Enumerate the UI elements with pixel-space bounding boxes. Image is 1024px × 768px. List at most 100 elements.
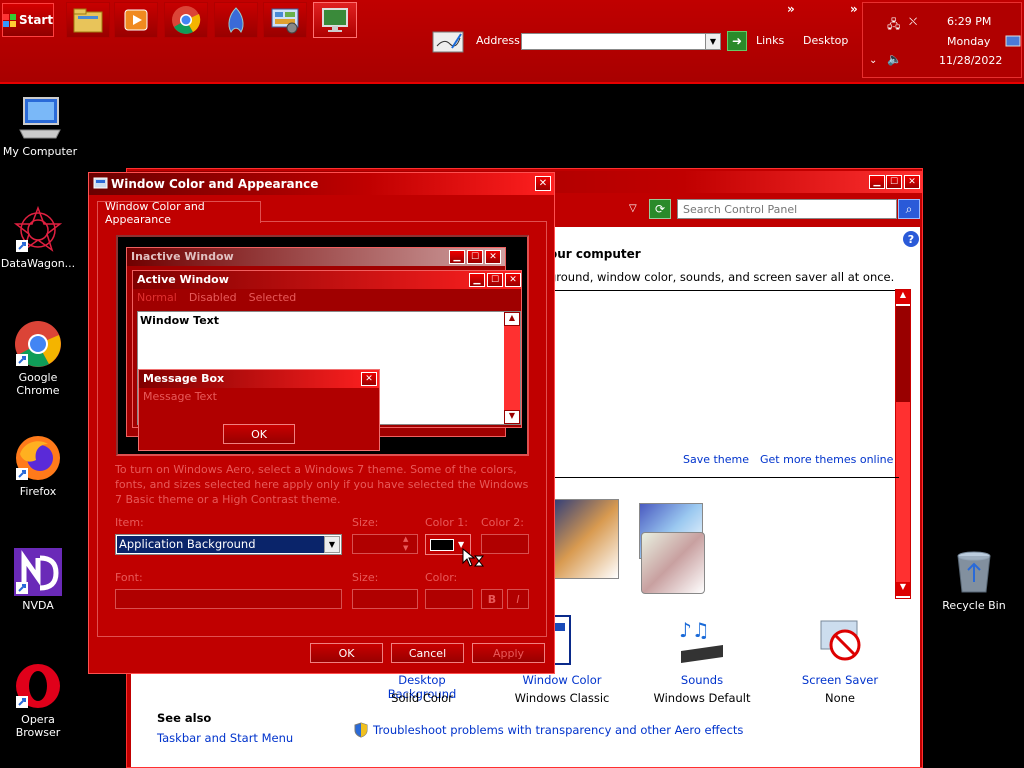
close-icon: ✕ xyxy=(505,273,521,287)
desktop-icon-my-computer[interactable]: My Computer xyxy=(0,94,80,158)
desktop-icon-google-chrome[interactable]: Google Chrome xyxy=(0,320,78,397)
italic-toggle[interactable]: I xyxy=(507,589,529,609)
desktop-icon-opera-browser[interactable]: Opera Browser xyxy=(0,662,78,739)
sounds-value: Windows Default xyxy=(653,691,751,705)
screen-saver-icon[interactable] xyxy=(817,617,865,665)
close-icon: ✕ xyxy=(538,178,548,189)
font-color-picker[interactable] xyxy=(425,589,473,609)
apply-button[interactable]: Apply xyxy=(472,643,545,663)
bird-app-button[interactable] xyxy=(214,2,258,38)
minimize-icon: ▁ xyxy=(873,177,881,187)
personalization-taskbar-button[interactable] xyxy=(313,2,357,38)
get-more-themes-link[interactable]: Get more themes online xyxy=(760,453,893,466)
dialog-title-bar[interactable]: Window Color and Appearance xyxy=(89,173,554,195)
desktop-icon-label: DataWagon... xyxy=(0,257,76,270)
toolbar-chevron-icon[interactable]: » xyxy=(787,2,795,16)
scroll-thumb[interactable] xyxy=(896,306,910,402)
scroll-up-icon[interactable]: ▲ xyxy=(896,290,910,304)
search-button[interactable]: ⌕ xyxy=(898,199,920,219)
address-dropdown-icon[interactable]: ▼ xyxy=(705,33,721,50)
theme-thumbnail[interactable] xyxy=(549,499,619,579)
color1-swatch xyxy=(430,538,454,551)
start-button[interactable]: Start xyxy=(2,3,54,37)
clock-date: 11/28/2022 xyxy=(939,54,1003,67)
bold-toggle[interactable]: B xyxy=(481,589,503,609)
preview-inactive-controls: ▁ ☐ ✕ xyxy=(449,250,501,264)
address-dropdown-icon[interactable]: ▽ xyxy=(629,203,637,214)
window-color-appearance-dialog: Window Color and Appearance ✕ Window Col… xyxy=(88,172,555,674)
spinner-arrows-icon[interactable]: ▲ ▼ xyxy=(403,535,408,553)
shield-icon xyxy=(353,722,369,741)
tab-window-color-appearance[interactable]: Window Color and Appearance xyxy=(97,200,261,226)
go-button[interactable]: ➜ xyxy=(727,31,747,51)
cancel-button[interactable]: Cancel xyxy=(391,643,464,663)
themes-scrollbar[interactable]: ▲ ▼ xyxy=(895,289,911,599)
signature-pen-icon[interactable] xyxy=(432,28,464,57)
show-desktop-icon[interactable] xyxy=(1005,35,1021,50)
network-icon[interactable]: 🖧 xyxy=(887,15,900,36)
aero-info-text: To turn on Windows Aero, select a Window… xyxy=(115,463,529,506)
preview-active-title: Active Window xyxy=(133,271,521,289)
computer-icon xyxy=(19,97,61,139)
appearance-preview[interactable]: Inactive Window ▁ ☐ ✕ Active Window ▁ ☐ ✕ No… xyxy=(116,235,529,456)
desktop-background-value: Solid Color xyxy=(391,691,453,705)
window-color-link[interactable]: Window Color xyxy=(507,673,617,687)
minimize-icon: ▁ xyxy=(449,250,465,264)
refresh-icon: ⟳ xyxy=(654,202,666,216)
media-player-icon xyxy=(124,9,148,31)
desktop-toolbar[interactable]: Desktop xyxy=(803,34,848,47)
close-icon: ✕ xyxy=(485,250,501,264)
desktop-icon-label: Recycle Bin xyxy=(942,599,1006,612)
maximize-button[interactable]: ☐ xyxy=(886,175,902,189)
windows-logo-icon xyxy=(2,13,16,27)
sounds-icon[interactable]: ♪♫ xyxy=(677,617,727,665)
themes-top-divider xyxy=(549,290,899,291)
network-status-icon[interactable]: ⛌ xyxy=(909,15,917,29)
help-icon[interactable]: ? xyxy=(903,231,919,247)
media-player-button[interactable] xyxy=(114,2,158,38)
troubleshoot-link[interactable]: Troubleshoot problems with transparency … xyxy=(373,723,743,737)
refresh-button[interactable]: ⟳ xyxy=(649,199,671,219)
control-panel-taskbar-button[interactable] xyxy=(263,2,307,38)
color1-label: Color 1: xyxy=(425,516,468,529)
font-select[interactable] xyxy=(115,589,342,609)
color2-picker-button[interactable] xyxy=(481,534,529,554)
taskbar-start-menu-link[interactable]: Taskbar and Start Menu xyxy=(157,731,293,745)
minimize-button[interactable]: ▁ xyxy=(869,175,885,189)
desktop-icon-firefox[interactable]: Firefox xyxy=(0,434,78,498)
save-theme-link[interactable]: Save theme xyxy=(683,453,749,466)
desktop-icon-recycle-bin[interactable]: Recycle Bin xyxy=(934,548,1014,612)
sounds-link[interactable]: Sounds xyxy=(647,673,757,687)
desktop-icon-nvda[interactable]: NVDA xyxy=(0,548,78,612)
scroll-down-icon[interactable]: ▼ xyxy=(896,582,910,596)
screen-saver-link[interactable]: Screen Saver xyxy=(785,673,895,687)
search-control-panel-input[interactable] xyxy=(677,199,897,219)
links-toolbar[interactable]: Links xyxy=(756,34,784,47)
recycle-bin-icon xyxy=(957,551,991,593)
font-size-label: Size: xyxy=(352,571,379,584)
file-explorer-button[interactable] xyxy=(66,2,110,38)
size-spinner[interactable]: ▲ ▼ xyxy=(352,534,418,554)
item-selected-value: Application Background xyxy=(117,536,325,553)
address-label: Address xyxy=(476,34,520,47)
chevron-down-icon[interactable]: ⌄ xyxy=(869,55,877,66)
clock-time[interactable]: 6:29 PM xyxy=(947,15,991,28)
theme-thumbnail-selected[interactable] xyxy=(641,532,705,594)
font-size-select[interactable] xyxy=(352,589,418,609)
desktop-icon-label: My Computer xyxy=(2,145,78,158)
address-input[interactable] xyxy=(521,33,707,50)
close-button[interactable]: ✕ xyxy=(904,175,920,189)
toolbar-chevron-icon[interactable]: » xyxy=(850,2,858,16)
chrome-taskbar-button[interactable] xyxy=(164,2,208,38)
desktop-icon-datawagon[interactable]: DataWagon... xyxy=(0,205,78,270)
volume-icon[interactable]: 🔈 xyxy=(887,52,902,66)
control-panel-icon xyxy=(271,8,299,34)
chevron-down-icon[interactable]: ▼ xyxy=(324,536,340,553)
item-label: Item: xyxy=(115,516,144,529)
page-heading: our computer xyxy=(549,247,641,261)
item-select[interactable]: Application Background ▼ xyxy=(115,534,342,555)
color2-label: Color 2: xyxy=(481,516,524,529)
ok-button[interactable]: OK xyxy=(310,643,383,663)
clock-day: Monday xyxy=(947,35,991,48)
dialog-close-button[interactable]: ✕ xyxy=(535,176,551,191)
